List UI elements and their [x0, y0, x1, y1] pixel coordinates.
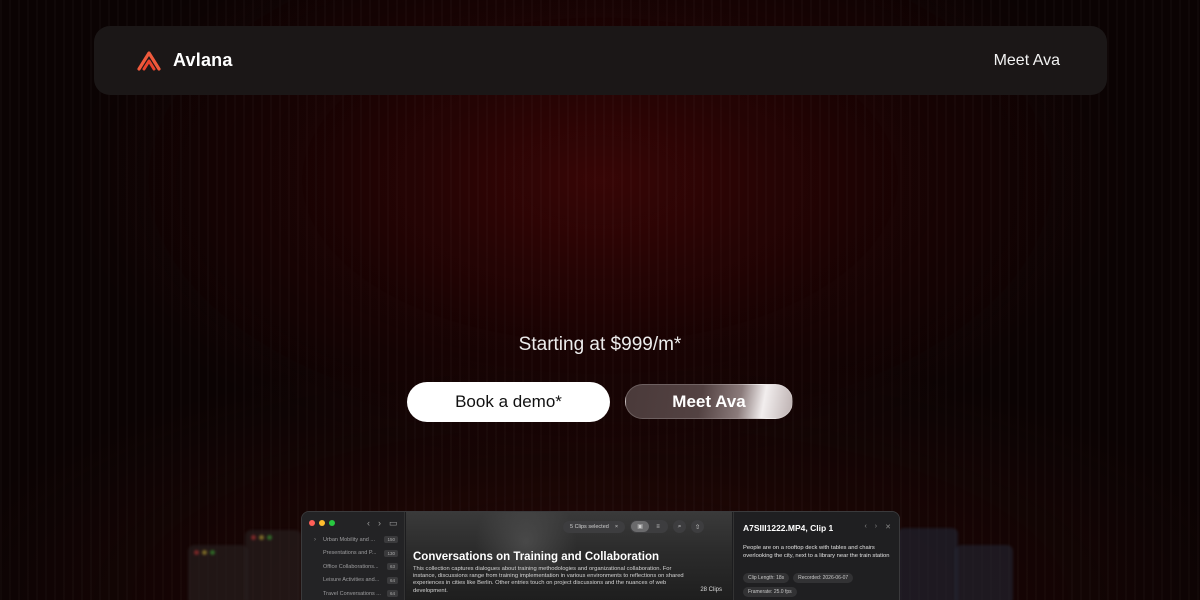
sidebar-item-label: Urban Mobility and ... [323, 536, 375, 543]
background-window [188, 545, 248, 600]
sidebar-item-label: Travel Conversations ... [323, 590, 381, 597]
clip-description: People are on a rooftop deck with tables… [743, 545, 890, 559]
list-view-icon: ≡ [656, 523, 660, 530]
close-icon: ✕ [885, 524, 891, 531]
window-controls [309, 520, 335, 526]
meet-ava-button[interactable]: Meet Ava [625, 384, 793, 419]
book-demo-button[interactable]: Book a demo* [407, 382, 610, 422]
sidebar-item: Office Collaborations... 63 [302, 560, 404, 574]
brand-name: Avlana [173, 50, 233, 70]
clear-selection-icon: × [614, 523, 619, 530]
app-toolbar: 5 Clips selected × ▣ ≡ ⌕ ⇧ [563, 520, 705, 533]
back-icon: ‹ [367, 518, 370, 528]
maximize-window-icon [329, 520, 335, 526]
collection-title: Conversations on Training and Collaborat… [413, 551, 659, 563]
sidebar-item-count: 63 [386, 563, 398, 571]
sidebar-item: › Urban Mobility and ... 150 [302, 533, 404, 547]
framerate-tag: Framerate: 25.0 fps [743, 587, 797, 597]
sidebar-item-label: Presentations and P... [323, 550, 377, 557]
app-preview-window: ‹ › ▭ › Urban Mobility and ... 150 Prese… [301, 511, 900, 600]
app-sidebar: ‹ › ▭ › Urban Mobility and ... 150 Prese… [302, 512, 405, 600]
collection-description: This collection captures dialogues about… [413, 566, 684, 594]
share-icon: ⇧ [691, 520, 705, 533]
sidebar-item-count: 64 [386, 576, 398, 584]
close-window-icon [309, 520, 315, 526]
sidebar-item-count: 150 [384, 536, 398, 544]
next-clip-icon: › [874, 523, 878, 530]
sidebar-controls: ‹ › ▭ [367, 518, 398, 529]
avlana-logo-icon [137, 50, 161, 71]
clip-length-tag: Clip Length: 18s [743, 573, 790, 583]
clip-count: 28 Clips [700, 587, 722, 593]
search-icon: ⌕ [673, 520, 687, 533]
detail-controls: ‹ › ✕ [864, 523, 891, 531]
clip-detail-panel: A7SIII1222.MP4, Clip 1 ‹ › ✕ People are … [733, 512, 899, 600]
selection-text: 5 Clips selected [570, 523, 609, 530]
collection-panel: 5 Clips selected × ▣ ≡ ⌕ ⇧ Conversations… [406, 512, 732, 600]
top-navbar: Avlana Meet Ava [94, 26, 1107, 95]
sidebar-item: Presentations and P... 130 [302, 547, 404, 561]
sidebar-item-label: Office Collaborations... [323, 563, 379, 570]
sidebar-list: › Urban Mobility and ... 150 Presentatio… [302, 533, 404, 600]
recorded-date-tag: Recorded: 2026-06-07 [793, 573, 854, 583]
grid-view-icon: ▣ [631, 521, 650, 532]
sidebar-item-label: Leisure Activities and... [323, 577, 380, 584]
selection-pill: 5 Clips selected × [563, 520, 626, 533]
background-window [955, 545, 1013, 600]
forward-icon: › [378, 518, 381, 528]
sidebar-item-count: 64 [386, 590, 398, 598]
pricing-text: Starting at $999/m* [518, 334, 682, 355]
view-switcher: ▣ ≡ [630, 520, 669, 533]
clip-metadata-tags: Clip Length: 18s Recorded: 2026-06-07 Fr… [743, 573, 898, 597]
background-window [245, 530, 301, 600]
chevron-right-icon: › [314, 536, 316, 543]
clip-title: A7SIII1222.MP4, Clip 1 [743, 523, 834, 533]
background-window [898, 528, 958, 600]
previous-clip-icon: ‹ [864, 523, 867, 530]
sidebar-item-count: 130 [384, 549, 398, 557]
sidebar-item: Leisure Activities and... 64 [302, 574, 404, 588]
sidebar-item: Travel Conversations ... 64 [302, 587, 404, 600]
brand[interactable]: Avlana [137, 50, 233, 72]
sidebar-toggle-icon: ▭ [389, 518, 398, 528]
nav-meet-ava-link[interactable]: Meet Ava [994, 52, 1060, 70]
minimize-window-icon [319, 520, 325, 526]
